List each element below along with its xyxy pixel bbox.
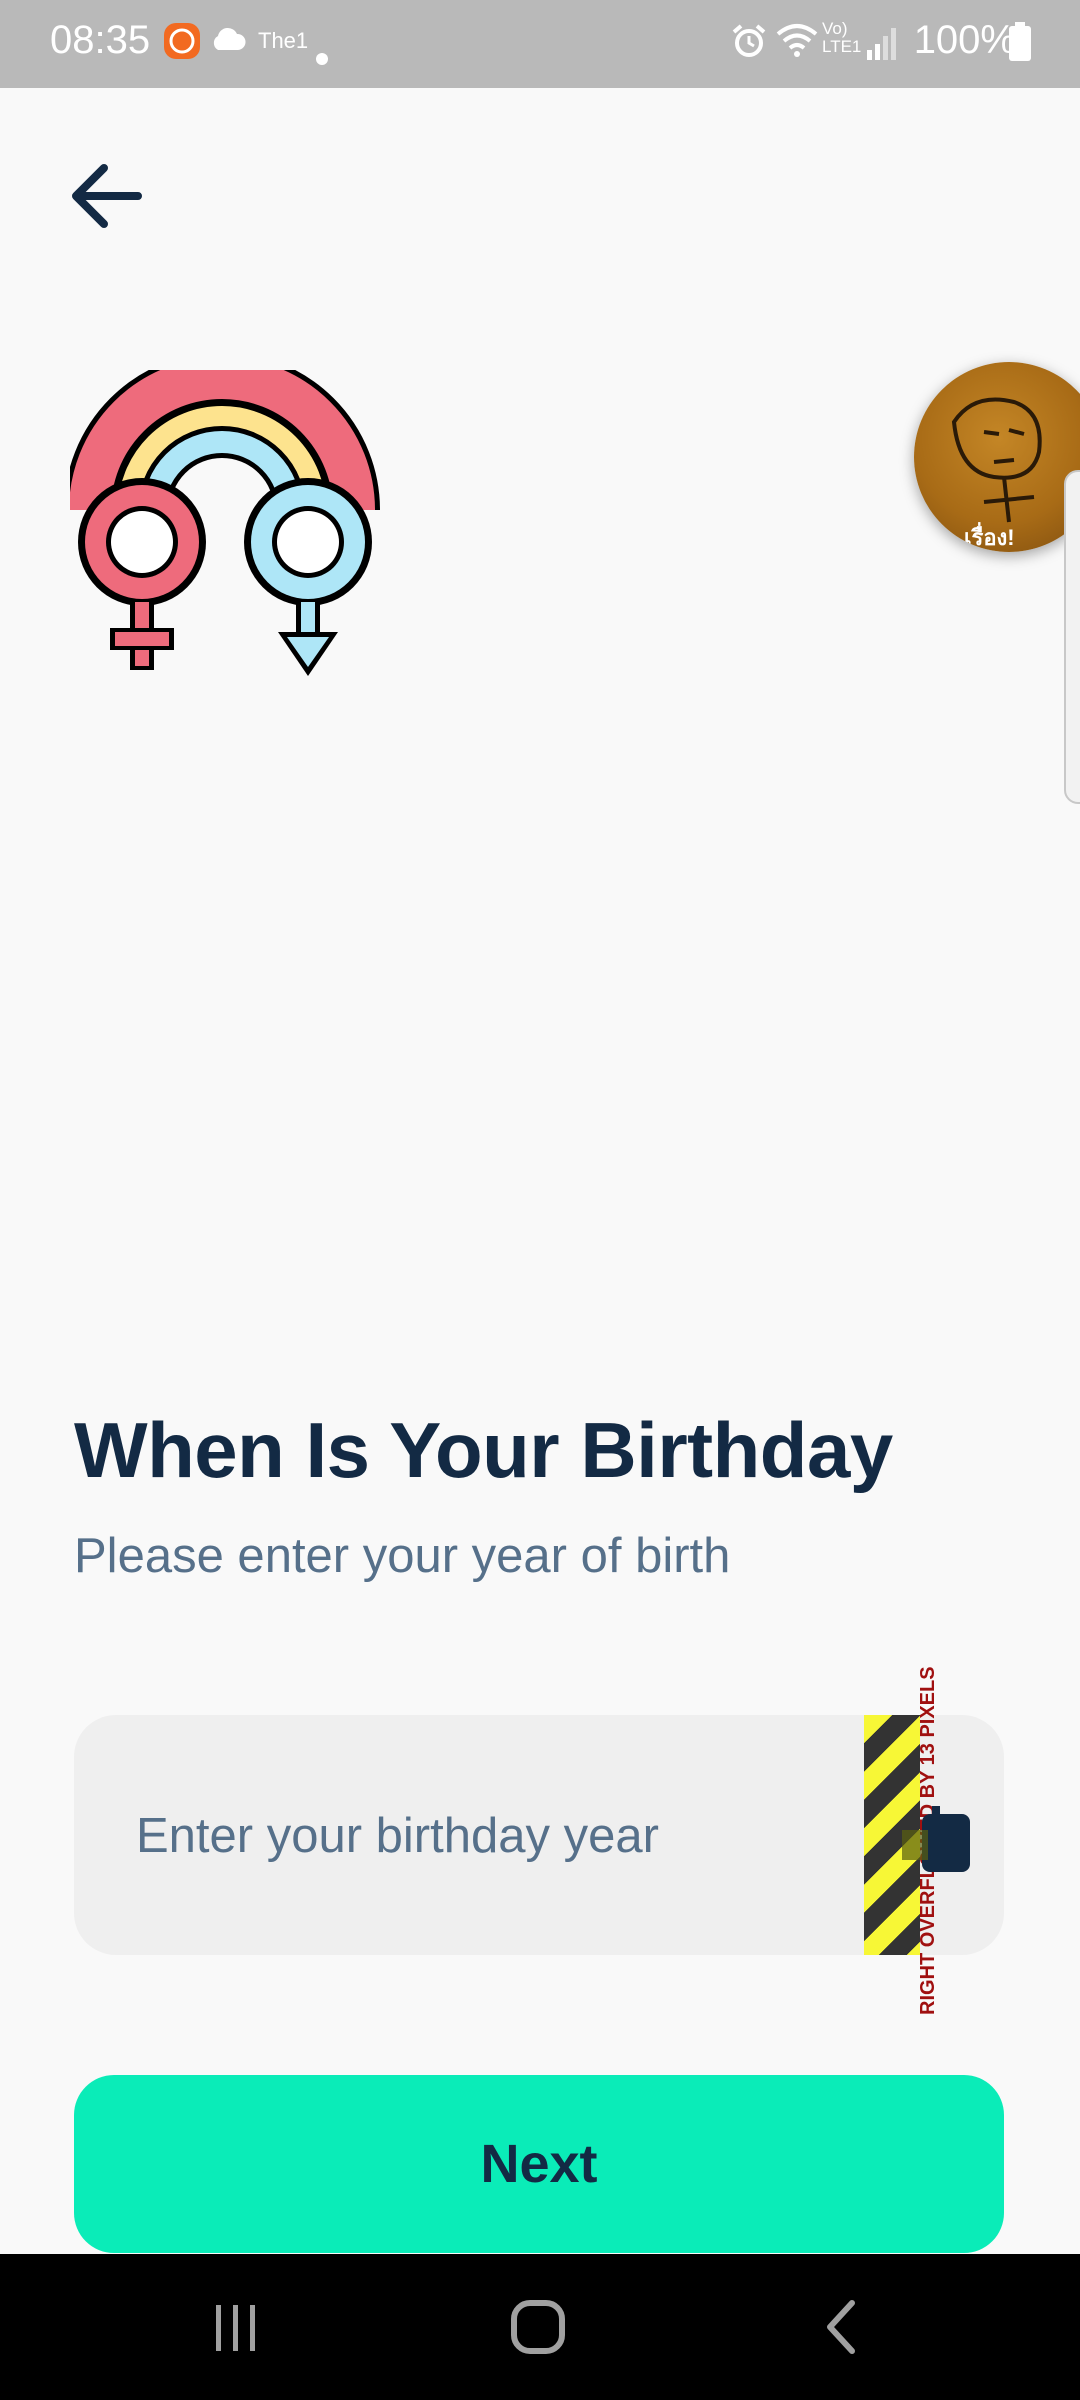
arrow-left-icon [72, 164, 142, 228]
dot-icon [315, 52, 329, 71]
home-button[interactable] [508, 2297, 568, 2357]
recents-icon [216, 2305, 255, 2351]
mi-app-icon [163, 22, 201, 65]
home-icon [511, 2300, 565, 2354]
signal-icon [866, 26, 896, 65]
cloud-icon [210, 26, 246, 57]
birthday-year-field[interactable] [74, 1715, 1004, 1955]
floating-chat-bubble[interactable]: เรื่อง! [914, 362, 1080, 552]
calendar-icon[interactable] [896, 1792, 986, 1882]
page-subtitle: Please enter your year of birth [74, 1529, 731, 1583]
back-chevron-icon [827, 2300, 855, 2354]
carrier-label: The1 [258, 28, 309, 53]
edge-panel-handle[interactable] [1064, 470, 1080, 804]
wifi-icon [776, 22, 818, 63]
back-button[interactable] [60, 150, 150, 240]
volte-icon: Vo) LTE1 [822, 19, 862, 56]
navigation-bar [0, 2254, 1080, 2400]
next-button[interactable]: Next [74, 2075, 1004, 2253]
bubble-caption: เรื่อง! [964, 525, 1015, 550]
nav-back-button[interactable] [812, 2297, 872, 2357]
battery-percentage: 100% [913, 18, 1016, 62]
gender-rainbow-icon [64, 352, 380, 680]
status-time: 08:35 [50, 18, 151, 62]
battery-icon [1008, 22, 1032, 67]
status-bar: 08:35 The1 Vo) LTE1 100% [0, 0, 1080, 88]
page-title: When Is Your Birthday [74, 1406, 893, 1494]
alarm-icon [730, 22, 768, 65]
recents-button[interactable] [206, 2297, 266, 2357]
birthday-year-input[interactable] [134, 1715, 838, 1955]
